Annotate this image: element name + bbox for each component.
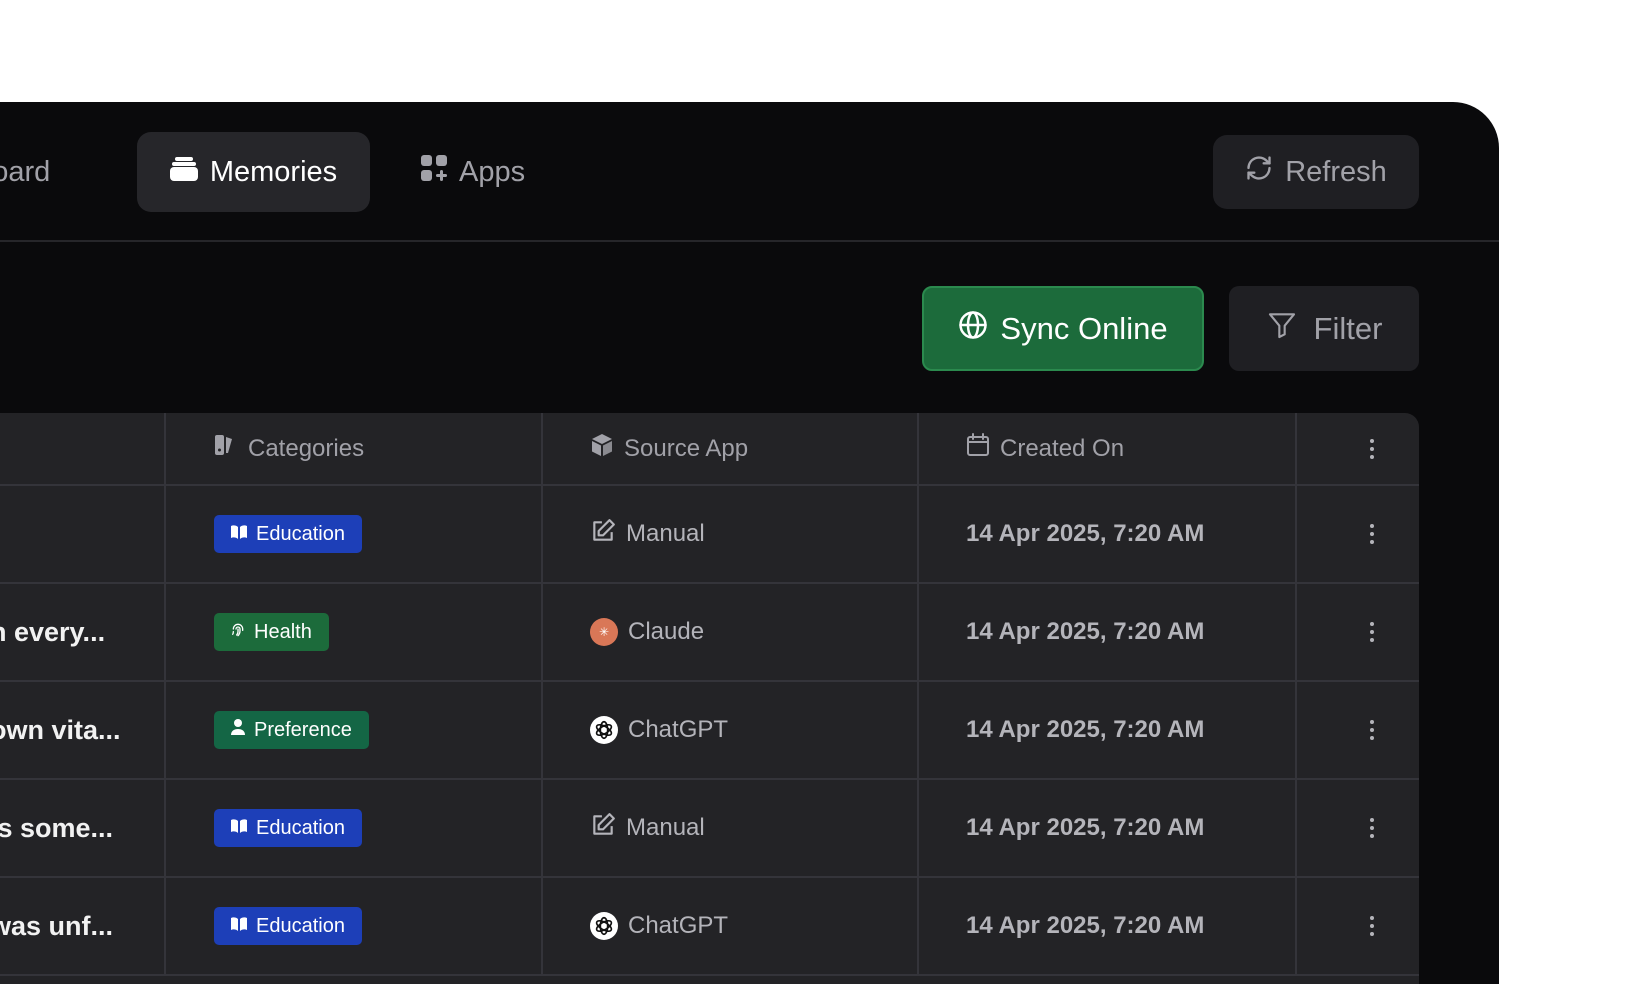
- fingerprint-icon: [230, 620, 246, 644]
- category-badge[interactable]: Education: [214, 907, 362, 945]
- sync-online-label: Sync Online: [1000, 310, 1168, 346]
- nav-item-label: Apps: [459, 155, 526, 188]
- category-label: Preference: [254, 718, 352, 741]
- header-categories-label: Categories: [248, 434, 365, 462]
- chatgpt-icon: [590, 716, 618, 744]
- refresh-button[interactable]: Refresh: [1213, 135, 1419, 209]
- memory-text: [0, 486, 166, 582]
- top-nav: hboard Memories: [0, 102, 1499, 242]
- memory-text: n every...: [0, 616, 106, 647]
- source-cell: Manual: [590, 486, 705, 582]
- category-cell: Preference: [214, 682, 369, 778]
- filter-label: Filter: [1313, 310, 1383, 346]
- header-source-app-label: Source App: [624, 434, 749, 462]
- table-row[interactable]: is some... Education Manual 14 Apr 2025,…: [0, 780, 1419, 878]
- row-more-button[interactable]: [1347, 780, 1397, 876]
- nav-item-dashboard[interactable]: hboard: [0, 132, 50, 212]
- more-vertical-icon: [1370, 438, 1374, 459]
- category-label: Education: [256, 816, 345, 839]
- edit-icon: [590, 518, 616, 551]
- source-label: Claude: [628, 618, 705, 645]
- category-badge[interactable]: Health: [214, 613, 329, 651]
- nav-item-label: hboard: [0, 155, 51, 188]
- category-cell: Health: [214, 584, 329, 680]
- source-label: Manual: [626, 520, 705, 547]
- header-source-app[interactable]: Source App: [590, 413, 748, 484]
- filter-icon: [1266, 309, 1298, 349]
- nav-item-label: Memories: [209, 155, 338, 188]
- table-header-row: Categories Source App Created On: [0, 413, 1419, 486]
- category-label: Education: [256, 914, 345, 937]
- created-on-cell: 14 Apr 2025, 7:20 AM: [966, 716, 1205, 743]
- more-vertical-icon: [1370, 720, 1374, 740]
- more-vertical-icon: [1370, 524, 1374, 544]
- source-cell: Manual: [590, 780, 705, 876]
- category-badge[interactable]: Education: [214, 515, 362, 553]
- created-on-cell: 14 Apr 2025, 7:20 AM: [966, 520, 1205, 547]
- row-more-button[interactable]: [1347, 682, 1397, 778]
- header-created-on-label: Created On: [1000, 434, 1125, 462]
- category-cell: Education: [214, 780, 362, 876]
- header-more-button[interactable]: [1347, 413, 1397, 484]
- more-vertical-icon: [1370, 622, 1374, 642]
- created-on-cell: 14 Apr 2025, 7:20 AM: [966, 618, 1205, 645]
- created-on-cell: 14 Apr 2025, 7:20 AM: [966, 814, 1205, 841]
- row-more-button[interactable]: [1347, 584, 1397, 680]
- source-label: Manual: [626, 814, 705, 841]
- source-label: ChatGPT: [628, 912, 729, 939]
- person-icon: [230, 718, 246, 742]
- book-icon: [230, 817, 248, 840]
- nav-item-memories[interactable]: Memories: [137, 132, 370, 212]
- chatgpt-icon: [590, 912, 618, 940]
- category-label: Health: [254, 620, 312, 643]
- table-row[interactable]: Education Manual 14 Apr 2025, 7:20 AM: [0, 486, 1419, 584]
- memory-text: own vita...: [0, 714, 121, 745]
- memories-table: Categories Source App Created On Educati…: [0, 413, 1419, 984]
- memory-text: was unf...: [0, 910, 114, 941]
- memories-icon: [169, 156, 198, 189]
- table-row[interactable]: own vita... Preference ChatGPT 14 Apr 20…: [0, 682, 1419, 780]
- book-icon: [230, 523, 248, 546]
- more-vertical-icon: [1370, 916, 1374, 936]
- box-icon: [590, 433, 614, 464]
- book-icon: [230, 915, 248, 938]
- category-badge[interactable]: Education: [214, 809, 362, 847]
- more-vertical-icon: [1370, 818, 1374, 838]
- category-cell: Education: [214, 878, 362, 974]
- source-label: ChatGPT: [628, 716, 729, 743]
- app-window: hboard Memories: [0, 102, 1499, 984]
- header-categories[interactable]: Categories: [214, 413, 364, 484]
- category-cell: Education: [214, 486, 362, 582]
- refresh-icon: [1245, 154, 1273, 190]
- source-cell: ✳ Claude: [590, 584, 704, 680]
- sync-online-button[interactable]: Sync Online: [922, 286, 1204, 371]
- memory-text: is some...: [0, 812, 114, 843]
- calendar-icon: [966, 433, 990, 464]
- source-cell: ChatGPT: [590, 878, 728, 974]
- table-row[interactable]: n every... Health ✳ Claude 14 Apr 2025, …: [0, 584, 1419, 682]
- category-badge[interactable]: Preference: [214, 711, 369, 749]
- apps-icon: [421, 155, 447, 189]
- edit-icon: [590, 812, 616, 845]
- table-row[interactable]: was unf... Education ChatGPT 14 Apr 2025…: [0, 878, 1419, 976]
- filter-button[interactable]: Filter: [1229, 286, 1419, 371]
- source-cell: ChatGPT: [590, 682, 728, 778]
- claude-icon: ✳: [590, 618, 618, 646]
- row-more-button[interactable]: [1347, 878, 1397, 974]
- created-on-cell: 14 Apr 2025, 7:20 AM: [966, 912, 1205, 939]
- row-more-button[interactable]: [1347, 486, 1397, 582]
- category-label: Education: [256, 522, 345, 545]
- globe-icon: [958, 310, 988, 348]
- header-created-on[interactable]: Created On: [966, 413, 1124, 484]
- nav-item-apps[interactable]: Apps: [421, 132, 525, 212]
- refresh-label: Refresh: [1285, 155, 1387, 188]
- categories-icon: [214, 433, 238, 464]
